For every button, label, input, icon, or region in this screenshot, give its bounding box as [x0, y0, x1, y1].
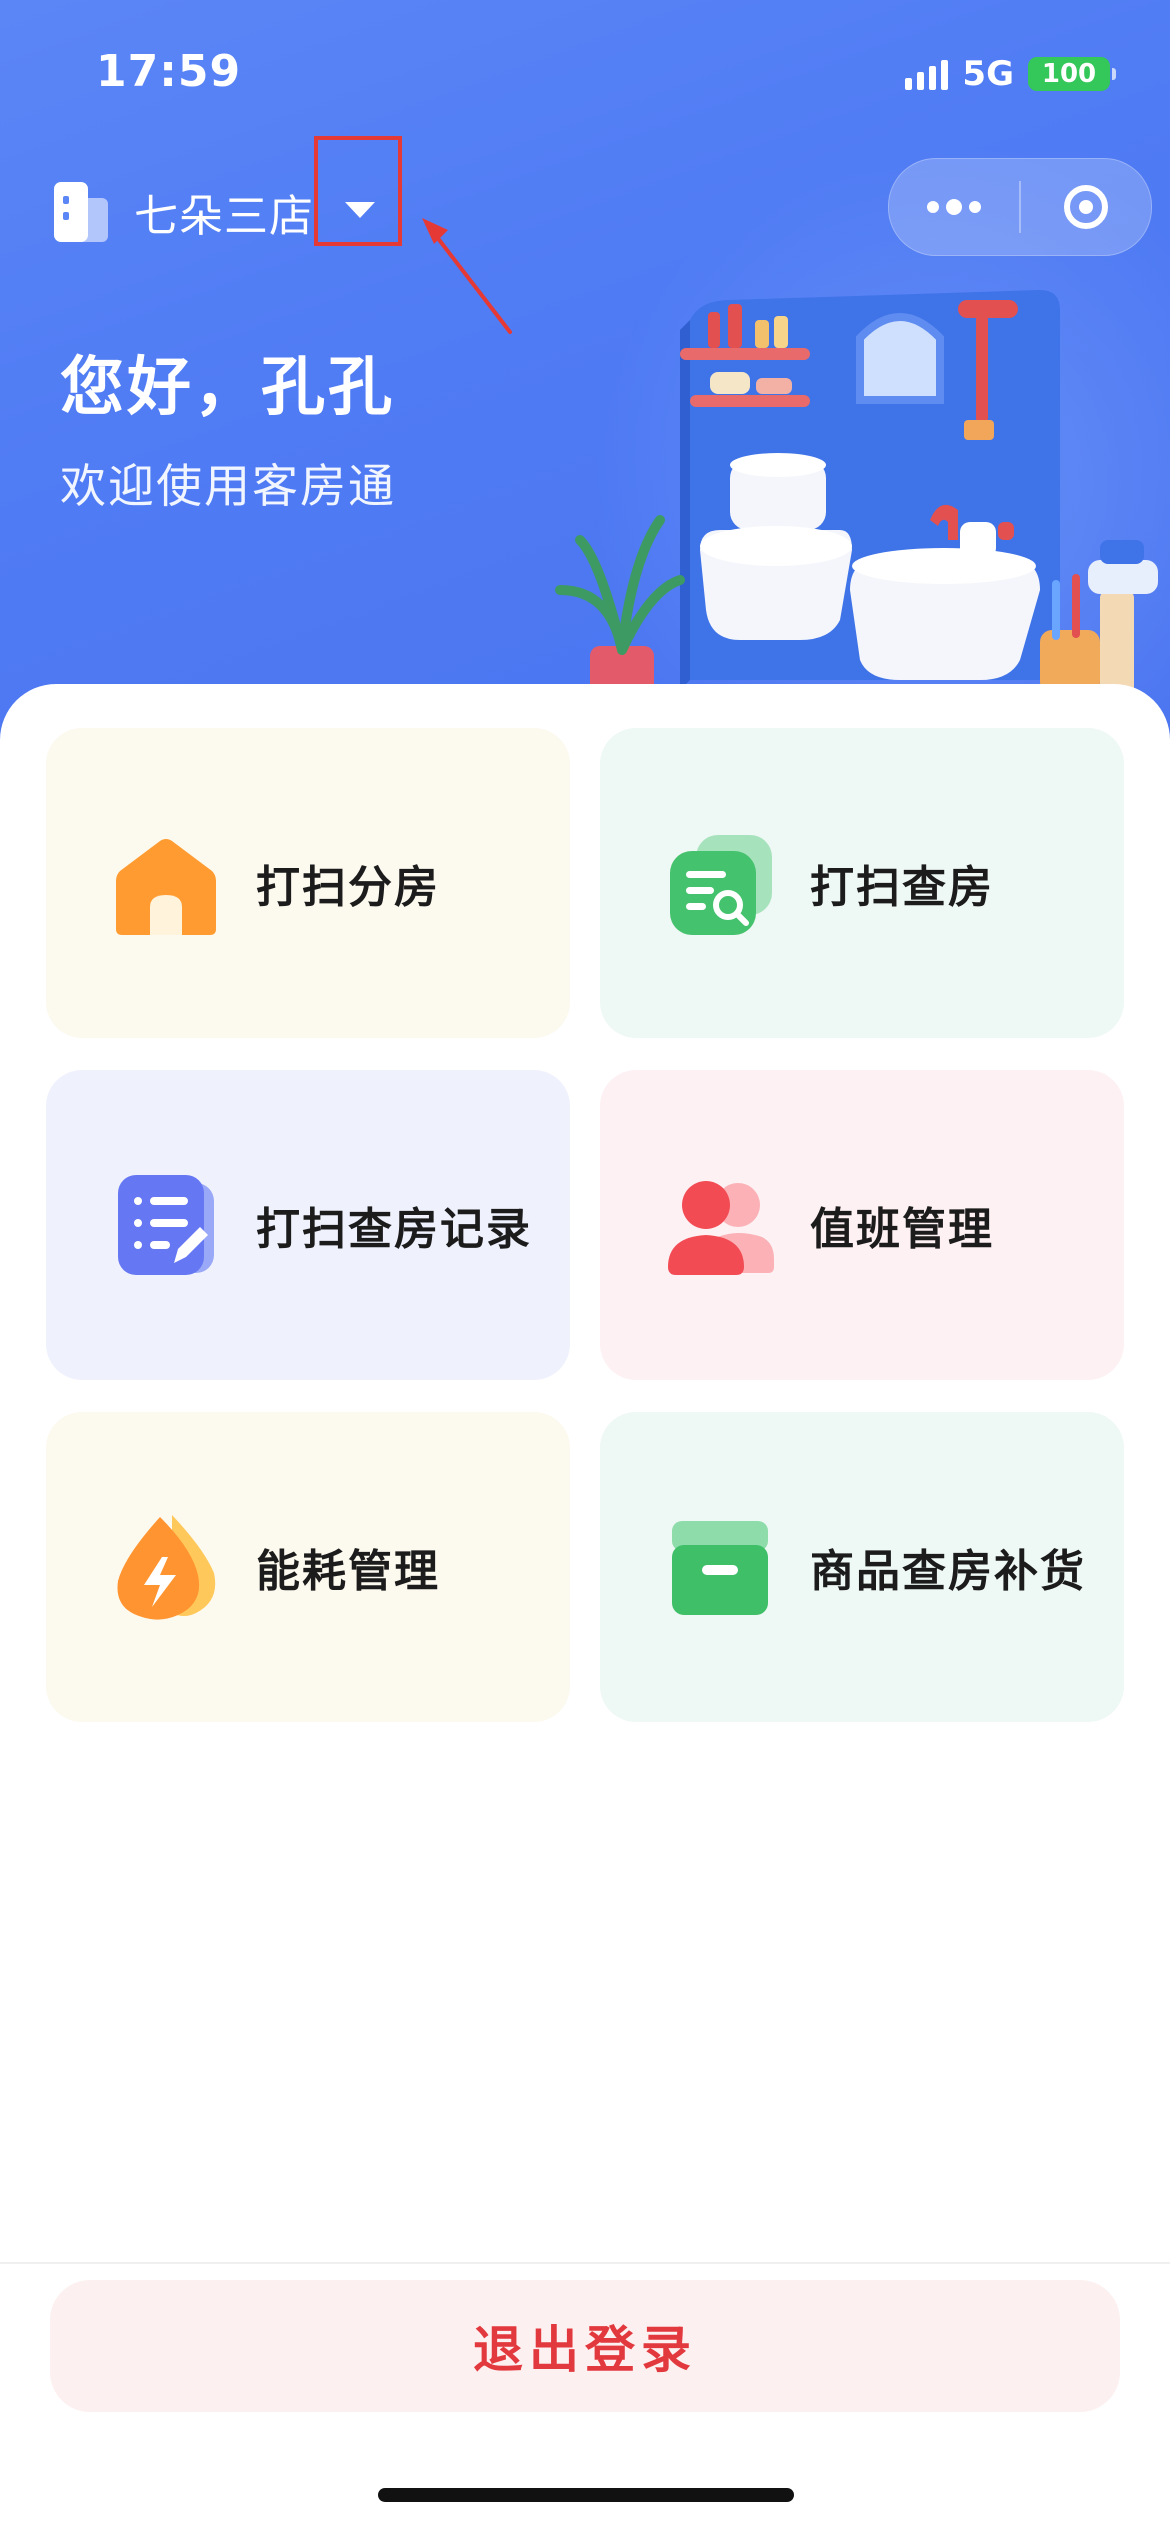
notepad-edit-icon	[108, 1167, 224, 1283]
status-time: 17:59	[96, 46, 242, 97]
tile-inspection-records[interactable]: 打扫查房记录	[46, 1070, 570, 1380]
content-card: 打扫分房 打扫查房 打扫查房记录 值班管理 能耗管理 商品查房补货	[0, 684, 1170, 2532]
store-selector[interactable]: 七朵三店	[52, 136, 406, 248]
bathroom-illustration	[555, 290, 1158, 704]
annotation-arrow-icon	[422, 218, 512, 334]
energy-drop-icon	[108, 1509, 224, 1625]
feature-grid: 打扫分房 打扫查房 打扫查房记录 值班管理 能耗管理 商品查房补货	[46, 728, 1124, 1722]
tile-duty-management[interactable]: 值班管理	[600, 1070, 1124, 1380]
tile-cleaning-inspection[interactable]: 打扫查房	[600, 728, 1124, 1038]
tile-label: 打扫查房	[810, 862, 994, 913]
archive-box-icon	[662, 1509, 778, 1625]
tile-label: 打扫查房记录	[256, 1204, 532, 1255]
tile-label: 打扫分房	[256, 862, 440, 913]
header-banner: 17:59 5G 100 七朵三店 您好，孔孔 欢迎使用客房通	[0, 0, 1170, 740]
document-search-icon	[662, 825, 778, 941]
cellular-signal-icon	[905, 58, 949, 90]
welcome-subtitle: 欢迎使用客房通	[60, 459, 396, 513]
house-icon	[108, 825, 224, 941]
home-indicator	[378, 2488, 794, 2502]
tile-label: 商品查房补货	[810, 1546, 1086, 1597]
tile-goods-restock[interactable]: 商品查房补货	[600, 1412, 1124, 1722]
tile-label: 值班管理	[810, 1204, 994, 1255]
tile-cleaning-assignment[interactable]: 打扫分房	[46, 728, 570, 1038]
battery-icon: 100	[1028, 57, 1116, 91]
status-indicators: 5G 100	[905, 54, 1116, 94]
close-miniprogram-button[interactable]	[1021, 159, 1151, 255]
users-icon	[662, 1167, 778, 1283]
tile-energy-management[interactable]: 能耗管理	[46, 1412, 570, 1722]
miniprogram-capsule	[888, 158, 1152, 256]
more-dots-icon	[927, 199, 981, 215]
battery-level: 100	[1041, 59, 1097, 89]
building-icon	[52, 180, 110, 244]
status-bar: 17:59 5G 100	[0, 0, 1170, 140]
more-button[interactable]	[889, 159, 1019, 255]
network-type: 5G	[962, 54, 1014, 94]
greeting-title: 您好，孔孔	[60, 351, 395, 425]
annotation-highlight-box	[314, 136, 402, 246]
store-name: 七朵三店	[134, 191, 314, 242]
tile-label: 能耗管理	[256, 1546, 440, 1597]
target-circle-icon	[1064, 185, 1108, 229]
logout-button[interactable]: 退出登录	[50, 2280, 1120, 2412]
store-dropdown-button[interactable]	[314, 136, 406, 268]
